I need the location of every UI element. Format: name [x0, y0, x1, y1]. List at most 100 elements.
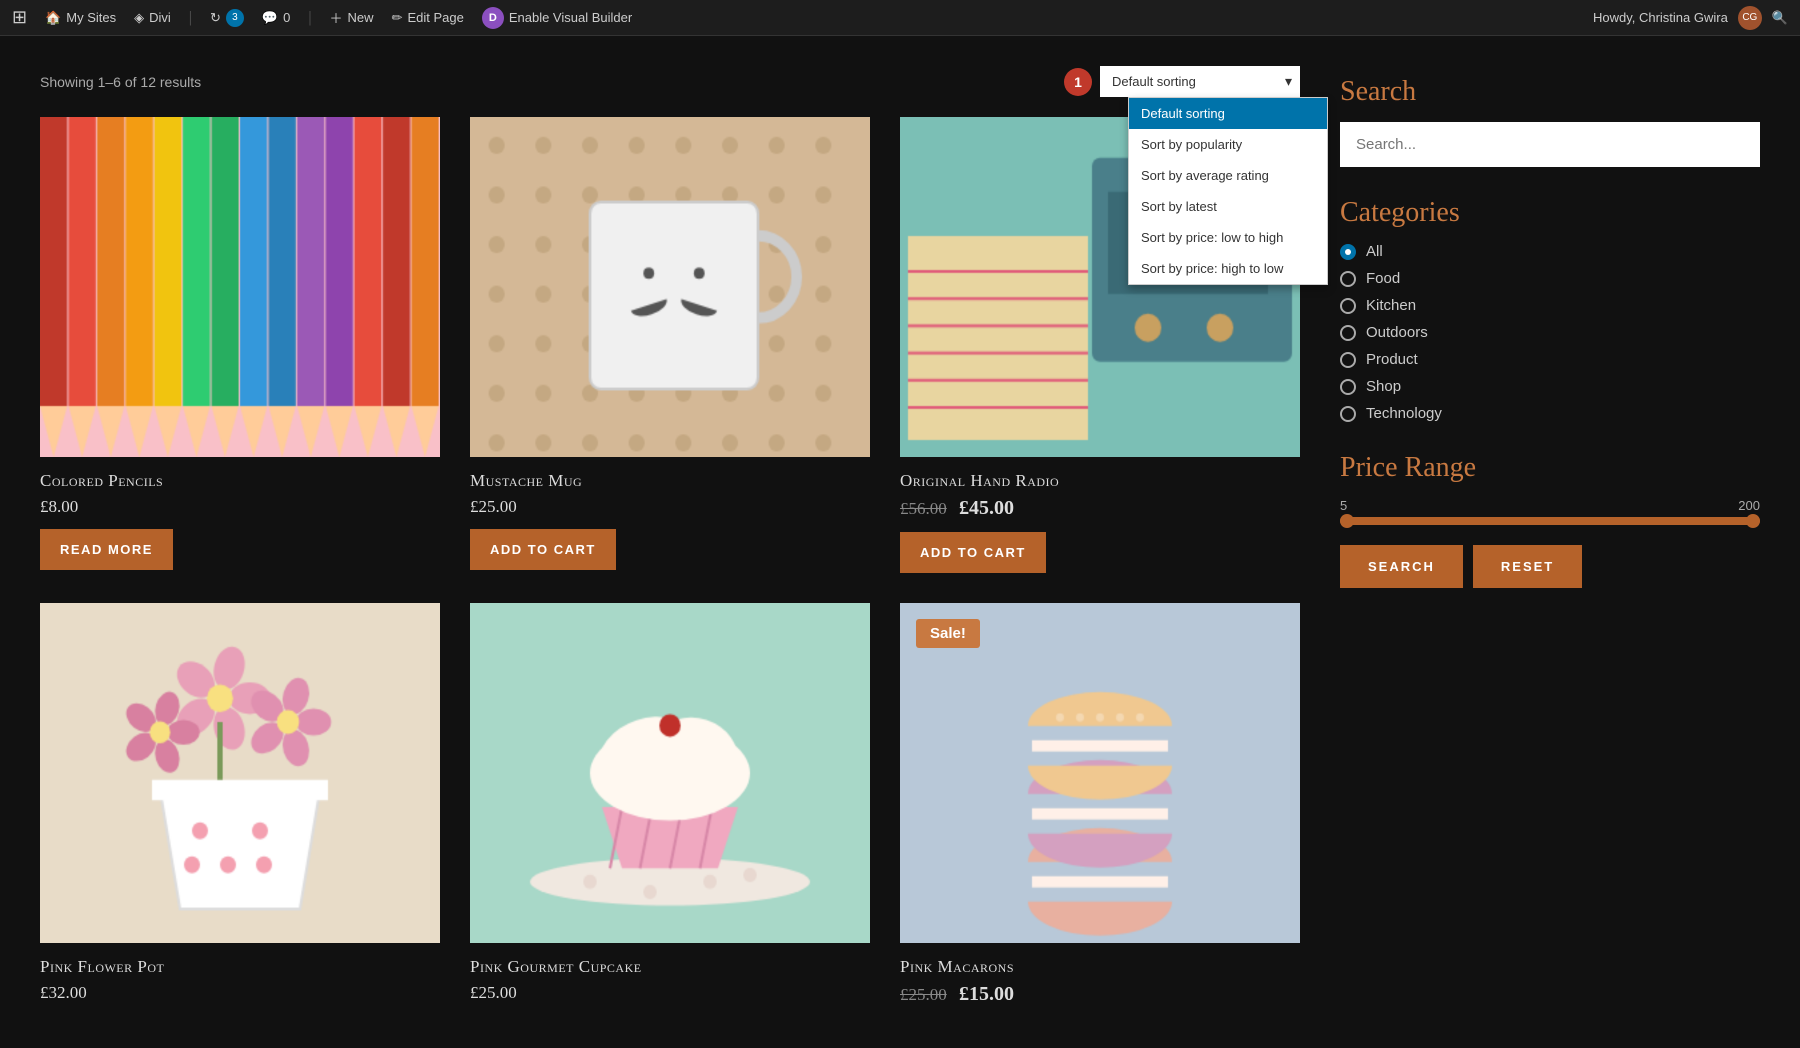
product-title-pink-macarons: Pink Macarons [900, 957, 1300, 977]
main-content: Showing 1–6 of 12 results 1 Default sort… [0, 36, 1800, 1048]
product-price-pink-flower-pot: £32.00 [40, 983, 440, 1003]
sort-option-rating[interactable]: Sort by average rating [1129, 160, 1327, 191]
category-label-technology[interactable]: Technology [1366, 405, 1442, 422]
price-range-labels: 5 200 [1340, 498, 1760, 513]
product-title-mustache-mug: Mustache Mug [470, 471, 870, 491]
price-range-section: Price Range 5 200 SEARCH RESET [1340, 452, 1760, 588]
edit-page-link[interactable]: ✏ Edit Page [392, 10, 464, 26]
price-buttons: SEARCH RESET [1340, 545, 1760, 588]
categories-section: Categories All Food Kitchen Outdoors Pro… [1340, 197, 1760, 422]
sort-wrapper: Default sorting ▾ Default sorting Sort b… [1100, 66, 1300, 97]
new-price-macarons: £15.00 [959, 983, 1014, 1005]
price-search-button[interactable]: SEARCH [1340, 545, 1463, 588]
sort-dropdown: Default sorting Sort by popularity Sort … [1128, 97, 1328, 285]
category-label-kitchen[interactable]: Kitchen [1366, 297, 1416, 314]
category-radio-outdoors[interactable] [1340, 325, 1356, 341]
range-thumb-right[interactable] [1746, 514, 1760, 528]
range-fill [1340, 517, 1760, 525]
sort-select-display[interactable]: Default sorting ▾ [1100, 66, 1300, 97]
category-item-shop: Shop [1340, 378, 1760, 395]
price-reset-button[interactable]: RESET [1473, 545, 1582, 588]
product-title-pink-flower-pot: Pink Flower Pot [40, 957, 440, 977]
category-radio-all[interactable] [1340, 244, 1356, 260]
category-item-technology: Technology [1340, 405, 1760, 422]
sort-option-price-high[interactable]: Sort by price: high to low [1129, 253, 1327, 284]
product-title-pink-gourmet-cupcake: Pink Gourmet Cupcake [470, 957, 870, 977]
admin-bar-right: Howdy, Christina Gwira CG 🔍 [1593, 6, 1788, 30]
sync-count-badge: 3 [226, 9, 244, 27]
product-price-original-hand-radio: £56.00 £45.00 [900, 497, 1300, 520]
category-radio-food[interactable] [1340, 271, 1356, 287]
sort-option-price-low[interactable]: Sort by price: low to high [1129, 222, 1327, 253]
my-sites-link[interactable]: 🏠 My Sites [45, 10, 116, 26]
product-image-pink-macarons[interactable]: Sale! [900, 603, 1300, 943]
new-price-radio: £45.00 [959, 497, 1014, 519]
price-range-title: Price Range [1340, 452, 1760, 484]
search-section: Search [1340, 76, 1760, 167]
product-image-pink-flower-pot[interactable] [40, 603, 440, 943]
product-card-colored-pencils: Colored Pencils £8.00 READ MORE [40, 117, 440, 573]
new-link[interactable]: ＋ New [330, 8, 374, 27]
sort-option-latest[interactable]: Sort by latest [1129, 191, 1327, 222]
categories-title: Categories [1340, 197, 1760, 229]
wordpress-logo[interactable]: ⊞ [12, 7, 27, 28]
category-item-food: Food [1340, 270, 1760, 287]
category-item-outdoors: Outdoors [1340, 324, 1760, 341]
pencil-icon: ✏ [392, 10, 403, 26]
category-label-shop[interactable]: Shop [1366, 378, 1401, 395]
sidebar: Search Categories All Food Kitchen Ou [1340, 66, 1760, 1018]
comments-link[interactable]: 💬 0 [262, 10, 290, 26]
category-label-food[interactable]: Food [1366, 270, 1400, 287]
product-grid: Colored Pencils £8.00 READ MORE Mustache… [40, 117, 1300, 1018]
visual-builder-link[interactable]: D Enable Visual Builder [482, 7, 632, 29]
product-price-pink-macarons: £25.00 £15.00 [900, 983, 1300, 1006]
search-icon[interactable]: 🔍 [1772, 10, 1788, 26]
sale-badge-pink-macarons: Sale! [916, 619, 980, 648]
range-thumb-left[interactable] [1340, 514, 1354, 528]
product-price-mustache-mug: £25.00 [470, 497, 870, 517]
search-input[interactable] [1340, 122, 1760, 167]
price-min-label: 5 [1340, 498, 1347, 513]
product-card-mustache-mug: Mustache Mug £25.00 ADD TO CART [470, 117, 870, 573]
category-label-all[interactable]: All [1366, 243, 1383, 260]
product-price-pink-gourmet-cupcake: £25.00 [470, 983, 870, 1003]
sort-option-popularity[interactable]: Sort by popularity [1129, 129, 1327, 160]
read-more-button-colored-pencils[interactable]: READ MORE [40, 529, 173, 570]
admin-bar: ⊞ 🏠 My Sites ◈ Divi | ↻ 3 💬 0 | ＋ New ✏ … [0, 0, 1800, 36]
add-to-cart-button-original-hand-radio[interactable]: ADD TO CART [900, 532, 1046, 573]
product-image-colored-pencils[interactable] [40, 117, 440, 457]
price-max-label: 200 [1738, 498, 1760, 513]
old-price-radio: £56.00 [900, 499, 947, 518]
results-bar: Showing 1–6 of 12 results 1 Default sort… [40, 66, 1300, 97]
divi-icon: ◈ [134, 10, 144, 26]
sort-option-default[interactable]: Default sorting [1129, 98, 1327, 129]
plus-icon: ＋ [330, 8, 343, 27]
sync-icon: ↻ [210, 10, 221, 26]
sync-link[interactable]: ↻ 3 [210, 9, 244, 27]
category-radio-kitchen[interactable] [1340, 298, 1356, 314]
search-input-wrap [1340, 122, 1760, 167]
divi-circle-icon: D [482, 7, 504, 29]
home-icon: 🏠 [45, 10, 61, 26]
old-price-macarons: £25.00 [900, 985, 947, 1004]
avatar: CG [1738, 6, 1762, 30]
category-radio-technology[interactable] [1340, 406, 1356, 422]
product-image-pink-gourmet-cupcake[interactable] [470, 603, 870, 943]
product-area: Showing 1–6 of 12 results 1 Default sort… [40, 66, 1300, 1018]
category-label-outdoors[interactable]: Outdoors [1366, 324, 1428, 341]
results-count: Showing 1–6 of 12 results [40, 74, 201, 90]
category-item-all: All [1340, 243, 1760, 260]
category-item-kitchen: Kitchen [1340, 297, 1760, 314]
divi-link[interactable]: ◈ Divi [134, 10, 171, 26]
howdy-text: Howdy, Christina Gwira [1593, 10, 1728, 25]
category-label-product[interactable]: Product [1366, 351, 1418, 368]
product-title-original-hand-radio: Original Hand Radio [900, 471, 1300, 491]
category-radio-shop[interactable] [1340, 379, 1356, 395]
add-to-cart-button-mustache-mug[interactable]: ADD TO CART [470, 529, 616, 570]
sort-badge: 1 [1064, 68, 1092, 96]
product-image-mustache-mug[interactable] [470, 117, 870, 457]
range-track [1340, 517, 1760, 525]
chevron-down-icon: ▾ [1285, 73, 1292, 90]
category-radio-product[interactable] [1340, 352, 1356, 368]
wordpress-icon: ⊞ [12, 7, 27, 28]
